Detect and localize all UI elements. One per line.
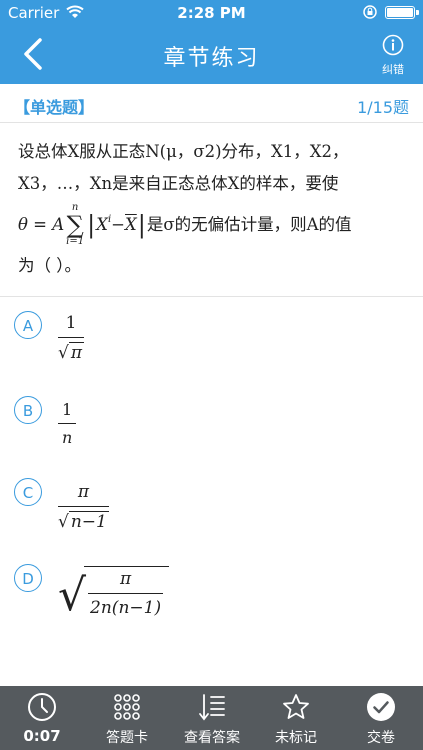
option-b[interactable]: B 1 n	[14, 396, 404, 456]
option-d-letter: D	[14, 564, 42, 592]
submit-button[interactable]: 交卷	[339, 686, 423, 750]
question-text: 设总体X服从正态N(μ，σ2)分布，X1，X2， X3，…，Xn是来自正态总体X…	[18, 136, 408, 282]
report-error-label: 纠错	[382, 63, 404, 76]
report-error-button[interactable]: 纠错	[373, 34, 413, 77]
question-header: 【单选题】 1/15题	[0, 84, 423, 123]
option-a[interactable]: A 1 √ π	[14, 311, 404, 371]
check-circle-icon	[367, 693, 395, 721]
timer-label: 0:07	[23, 727, 61, 745]
formula-lhs: θ = A	[18, 215, 65, 234]
option-b-letter: B	[14, 396, 42, 424]
question-line-4: 为（ ）。	[18, 256, 81, 275]
mark-button[interactable]: 未标记	[254, 686, 338, 750]
question-line-2: X3，…，Xn是来自正态总体X的样本，要使	[18, 174, 339, 193]
formula-xbar: X	[125, 215, 137, 234]
info-icon	[382, 34, 404, 56]
sum-symbol: n ∑ i=1	[66, 202, 85, 247]
question-type: 【单选题】	[14, 98, 95, 117]
answer-card-button[interactable]: 答题卡	[85, 686, 169, 750]
clock-icon	[28, 693, 56, 721]
view-answer-button[interactable]: 查看答案	[170, 686, 254, 750]
star-icon	[283, 694, 309, 719]
option-d-math: √ π 2n(n−1)	[58, 566, 170, 626]
formula-minus: −	[111, 215, 125, 234]
option-b-num: 1	[62, 400, 73, 419]
page-title: 章节练习	[163, 46, 260, 71]
nav-bar: 章节练习 纠错	[0, 26, 423, 84]
bottom-toolbar: 0:07 答题卡 查看答案 未标记 交卷	[0, 686, 423, 750]
mark-label: 未标记	[275, 730, 317, 746]
formula-x: X	[96, 215, 108, 234]
rotation-lock-icon	[363, 5, 377, 19]
battery-icon	[385, 6, 419, 19]
option-b-den: n	[61, 428, 73, 447]
option-d[interactable]: D √ π 2n(n−1)	[14, 564, 404, 634]
option-c-letter: C	[14, 478, 42, 506]
view-answer-label: 查看答案	[184, 730, 240, 746]
grid-dots-icon	[114, 694, 140, 720]
question-counter: 1/15题	[357, 98, 409, 117]
sum-bottom: i=1	[66, 236, 85, 247]
option-a-den: π	[68, 342, 85, 363]
option-b-math: 1 n	[58, 400, 77, 447]
option-d-den: 2n(n−1)	[90, 598, 162, 618]
option-a-letter: A	[14, 311, 42, 339]
option-c-num: π	[77, 482, 90, 502]
status-time: 2:28 PM	[177, 4, 246, 22]
timer-button[interactable]: 0:07	[0, 686, 84, 750]
option-c-math: π √ n−1	[58, 482, 109, 532]
sort-list-icon	[199, 694, 225, 721]
question-formula-line: θ = A n ∑ i=1 | X i − X | 是σ的无偏估计量，则A的值	[18, 202, 352, 247]
option-a-math: 1 √ π	[58, 313, 85, 363]
option-d-num: π	[119, 569, 132, 589]
question-line-1: 设总体X服从正态N(μ，σ2)分布，X1，X2，	[18, 142, 349, 161]
status-bar: Carrier 2:28 PM	[0, 0, 423, 26]
answer-card-label: 答题卡	[106, 730, 148, 746]
option-a-num: 1	[65, 313, 77, 333]
option-c-den: n−1	[68, 511, 109, 532]
question-line-3-rest: 是σ的无偏估计量，则A的值	[146, 215, 352, 234]
submit-label: 交卷	[367, 730, 395, 746]
option-c[interactable]: C π √ n−1	[14, 478, 404, 538]
divider	[0, 296, 423, 297]
